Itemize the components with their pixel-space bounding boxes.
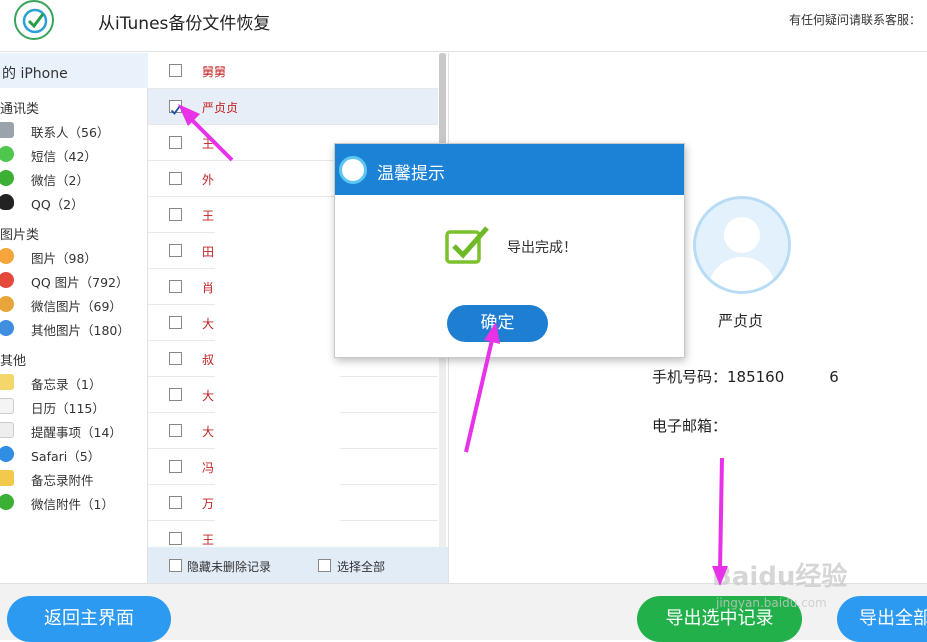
success-check-icon — [445, 226, 491, 270]
sidebar-item-wechat-attachments[interactable]: 微信附件（1） — [0, 491, 148, 513]
category-sidebar: 的 iPhone 通讯类 联系人（56） 短信（42） 微信（2） QQ（2） … — [0, 53, 148, 583]
export-all-button[interactable]: 导出全部 — [837, 596, 927, 642]
list-footer: 隐藏未删除记录 选择全部 — [148, 547, 448, 583]
sidebar-item-safari[interactable]: Safari（5） — [0, 443, 148, 465]
baidu-watermark: Baidu经验 — [712, 562, 848, 592]
row-checkbox[interactable] — [169, 100, 182, 115]
dialog-header: 温馨提示 — [335, 144, 684, 195]
category-title-communication: 通讯类 — [0, 102, 40, 117]
baidu-watermark-url: jingyan.baidu.com — [716, 596, 827, 610]
row-checkbox[interactable] — [169, 208, 182, 221]
app-logo-icon — [14, 0, 54, 40]
back-to-main-button[interactable]: 返回主界面 — [7, 596, 171, 642]
row-checkbox[interactable] — [169, 352, 182, 365]
dialog-title: 温馨提示 — [377, 164, 445, 184]
avatar — [693, 196, 791, 294]
wechat-attachment-icon — [0, 494, 14, 510]
row-checkbox[interactable] — [169, 172, 182, 185]
qq-icon — [0, 194, 14, 210]
sidebar-item-photos[interactable]: 图片（98） — [0, 245, 148, 267]
app-title: 从iTunes备份文件恢复 — [98, 14, 271, 34]
phone-number: 手机号码：185160 6 — [652, 368, 839, 386]
dialog-logo-icon — [339, 156, 367, 184]
photos-icon — [0, 248, 14, 264]
contact-support-text: 有任何疑问请联系客服： — [788, 13, 921, 27]
sidebar-item-calendar[interactable]: 日历（115） — [0, 395, 148, 417]
row-checkbox[interactable] — [169, 532, 182, 545]
calendar-icon — [0, 398, 14, 414]
sidebar-item-notes-attachments[interactable]: 备忘录附件 — [0, 467, 148, 489]
select-all-checkbox[interactable] — [318, 559, 331, 572]
sidebar-item-notes[interactable]: 备忘录（1） — [0, 371, 148, 393]
messages-icon — [0, 146, 14, 162]
sidebar-item-reminders[interactable]: 提醒事项（14） — [0, 419, 148, 441]
redacted-area — [215, 230, 340, 525]
device-name: 的 iPhone — [2, 66, 68, 82]
notes-attachment-icon — [0, 470, 14, 486]
dialog-message: 导出完成！ — [507, 240, 577, 256]
sidebar-item-messages[interactable]: 短信（42） — [0, 143, 148, 165]
list-item[interactable]: 严贞贞 — [148, 89, 438, 125]
sidebar-item-wechat[interactable]: 微信（2） — [0, 167, 148, 189]
device-item[interactable]: 的 iPhone — [0, 53, 148, 88]
reminders-icon — [0, 422, 14, 438]
category-title-pictures: 图片类 — [0, 228, 40, 243]
notes-icon — [0, 374, 14, 390]
sidebar-item-other-photos[interactable]: 其他图片（180） — [0, 317, 148, 339]
select-all-label: 选择全部 — [337, 560, 386, 574]
contact-name: 严贞贞 — [718, 312, 764, 330]
ok-button[interactable]: 确定 — [447, 305, 548, 342]
row-checkbox[interactable] — [169, 496, 182, 509]
other-photos-icon — [0, 320, 14, 336]
notice-dialog: 温馨提示 导出完成！ 确定 — [334, 143, 685, 358]
app-header: 从iTunes备份文件恢复 有任何疑问请联系客服： — [0, 0, 927, 52]
email-label: 电子邮箱： — [652, 417, 728, 435]
row-checkbox[interactable] — [169, 280, 182, 293]
row-checkbox[interactable] — [169, 424, 182, 437]
list-item[interactable]: 舅舅 — [148, 53, 438, 89]
hide-deleted-label: 隐藏未删除记录 — [187, 560, 272, 574]
row-checkbox[interactable] — [169, 64, 182, 77]
sidebar-item-contacts[interactable]: 联系人（56） — [0, 119, 148, 141]
sidebar-item-qq-photos[interactable]: QQ 图片（792） — [0, 269, 148, 291]
contacts-icon — [0, 122, 14, 138]
sidebar-item-wechat-photos[interactable]: 微信图片（69） — [0, 293, 148, 315]
row-checkbox[interactable] — [169, 388, 182, 401]
row-checkbox[interactable] — [169, 244, 182, 257]
qq-photos-icon — [0, 272, 14, 288]
row-checkbox[interactable] — [169, 136, 182, 149]
hide-deleted-checkbox[interactable] — [169, 559, 182, 572]
wechat-icon — [0, 170, 14, 186]
row-checkbox[interactable] — [169, 460, 182, 473]
sidebar-item-qq[interactable]: QQ（2） — [0, 191, 148, 213]
safari-icon — [0, 446, 14, 462]
category-title-other: 其他 — [0, 354, 27, 369]
wechat-photos-icon — [0, 296, 14, 312]
row-checkbox[interactable] — [169, 316, 182, 329]
